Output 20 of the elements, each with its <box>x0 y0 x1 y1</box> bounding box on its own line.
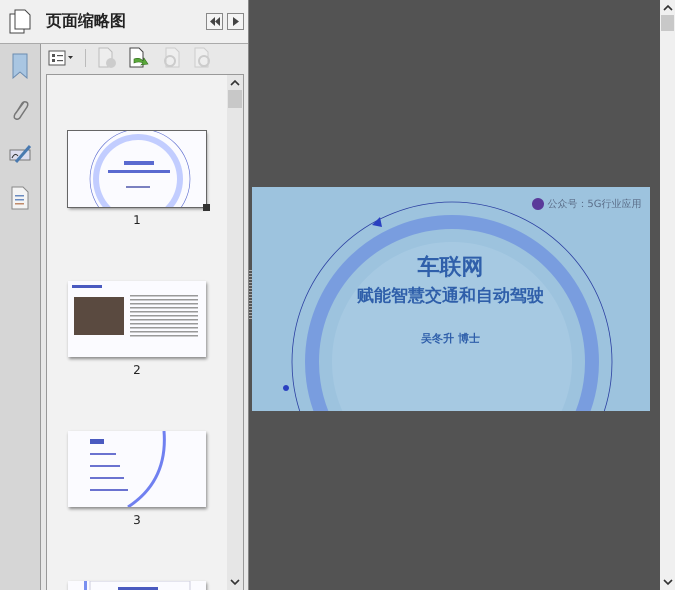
slide-title: 车联网 <box>418 254 484 282</box>
scrollbar-thumb[interactable] <box>661 15 674 31</box>
page-number: 1 <box>133 213 141 227</box>
page-thumbnail[interactable] <box>68 281 206 357</box>
collapse-panel-button[interactable] <box>206 13 223 30</box>
panel-title: 页面缩略图 <box>46 11 127 32</box>
brand-text: 公众号：5G行业应用 <box>547 198 642 211</box>
scrollbar-thumb[interactable] <box>228 90 242 108</box>
resize-handle[interactable] <box>203 204 210 211</box>
slide-author: 吴冬升 博士 <box>421 331 480 346</box>
logo-icon <box>532 198 544 210</box>
pages-icon <box>9 8 31 34</box>
page-number: 3 <box>133 513 141 527</box>
slide-subtitle: 赋能智慧交通和自动驾驶 <box>357 285 544 307</box>
page-number: 2 <box>133 363 141 377</box>
page-thumbnail[interactable] <box>68 431 206 507</box>
double-left-arrow-icon <box>210 17 220 26</box>
replace-page-icon[interactable] <box>128 47 150 69</box>
expand-panel-button[interactable] <box>227 13 244 30</box>
right-arrow-icon <box>232 17 238 26</box>
